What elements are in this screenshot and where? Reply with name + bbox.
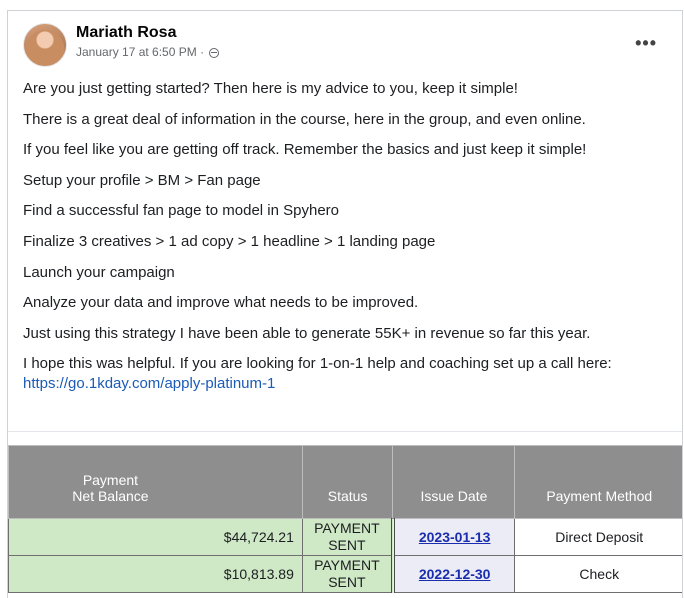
divider [8,431,682,432]
amount-cell: $44,724.21 [8,518,303,556]
table-row: $44,724.21 PAYMENT SENT 2023-01-13 Direc… [8,518,682,556]
author-name[interactable]: Mariath Rosa [76,24,176,42]
table-row: $10,813.89 PAYMENT SENT 2022-12-30 Check [8,555,682,593]
post-paragraph: Launch your campaign [23,263,175,281]
apply-link[interactable]: https://go.1kday.com/apply-platinum-1 [23,375,275,392]
amount-cell: $10,813.89 [8,555,303,593]
date-cell: 2022-12-30 [390,555,516,593]
payments-table: Payment Net Balance Status Issue Date Pa… [8,445,682,593]
issue-date-header: Issue Date [392,445,516,519]
post-body: Are you just getting started? Then here … [23,79,673,394]
date-link[interactable]: 2022-12-30 [419,566,491,582]
post-paragraph: Analyze your data and improve what needs… [23,294,419,312]
status-cell: PAYMENT SENT [301,555,394,593]
table-header-row: Payment Net Balance Status Issue Date Pa… [8,445,682,519]
payment-header-label: Payment [82,472,139,488]
status-line: SENT [328,537,366,553]
post-paragraph: Are you just getting started? Then here … [23,80,518,97]
post-meta: January 17 at 6:50 PM · [76,45,220,59]
status-cell: PAYMENT SENT [301,518,394,556]
net-balance-header-label: Net Balance [72,488,149,504]
post-paragraph: Find a successful fan page to model in S… [23,202,340,220]
status-line: PAYMENT [314,520,380,536]
date-link[interactable]: 2023-01-13 [419,529,491,545]
post-timestamp[interactable]: January 17 at 6:50 PM · [76,45,207,59]
post-paragraph: If you feel like you are getting off tra… [23,141,587,159]
closing-text: I hope this was helpful. If you are look… [23,355,612,373]
status-line: PAYMENT [314,557,380,573]
status-header: Status [301,445,394,519]
globe-icon [209,48,220,58]
post-paragraph: Just using this strategy I have been abl… [23,324,591,342]
post-card: Mariath Rosa January 17 at 6:50 PM · •••… [7,10,683,598]
net-balance-header: Payment Net Balance [8,445,303,519]
date-cell: 2023-01-13 [390,518,516,556]
avatar[interactable] [23,23,67,67]
post-paragraph: Finalize 3 creatives > 1 ad copy > 1 hea… [23,232,436,250]
payment-method-header: Payment Method [514,445,682,519]
post-paragraph: Setup your profile > BM > Fan page [23,171,261,189]
method-cell: Direct Deposit [514,518,682,556]
method-cell: Check [514,555,682,593]
post-header: Mariath Rosa January 17 at 6:50 PM · ••• [23,23,663,69]
status-line: SENT [328,574,366,590]
post-paragraph: There is a great deal of information in … [23,110,586,128]
post-closing: I hope this was helpful. If you are look… [23,354,673,394]
more-options-button[interactable]: ••• [635,33,657,54]
